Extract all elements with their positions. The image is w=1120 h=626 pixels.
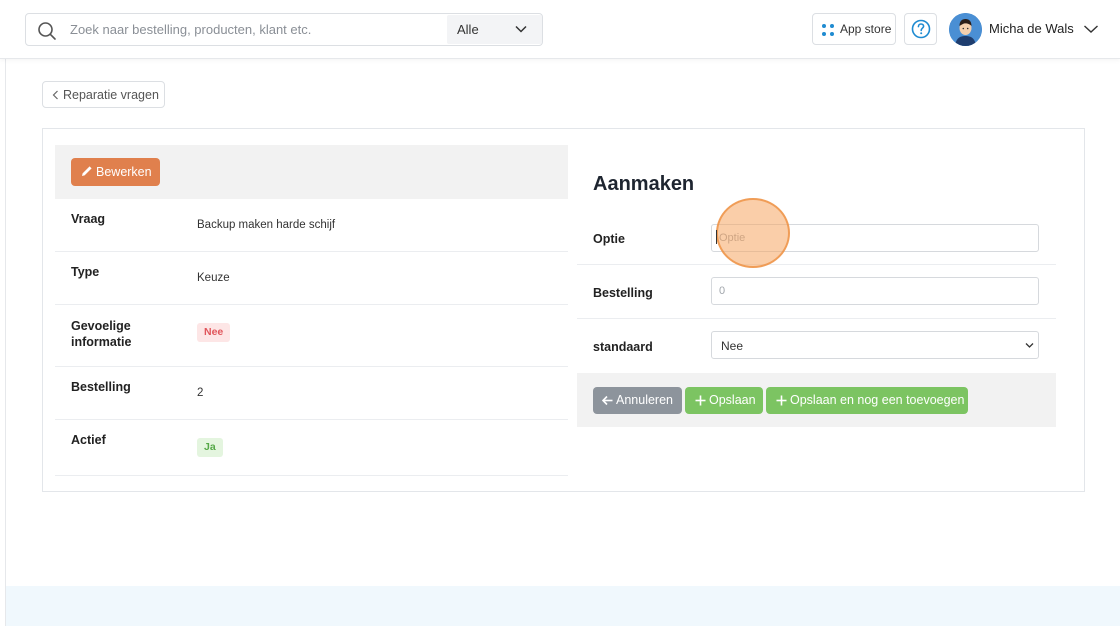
save-button-label: Opslaan: [709, 393, 756, 407]
status-badge: Ja: [197, 438, 223, 457]
standaard-label: standaard: [593, 340, 653, 354]
save-button[interactable]: Opslaan: [685, 387, 763, 414]
create-form: Aanmaken Optie Bestelling standaard Nee: [577, 145, 1056, 445]
text-cursor: [716, 230, 717, 244]
details-panel: Bewerken Vraag Backup maken harde schijf…: [55, 145, 568, 476]
standaard-select-value: Nee: [721, 339, 744, 353]
user-avatar-icon: [949, 13, 982, 46]
detail-row-vraag: Vraag Backup maken harde schijf: [55, 199, 568, 252]
form-row-bestelling: Bestelling: [577, 265, 1056, 319]
form-row-standaard: standaard Nee: [577, 319, 1056, 373]
search-scope-value: Alle: [457, 22, 479, 37]
detail-label: Bestelling: [71, 380, 131, 394]
chevron-left-icon: [52, 90, 58, 100]
plus-icon: [776, 395, 787, 406]
plus-icon: [695, 395, 706, 406]
search-box[interactable]: Alle: [25, 13, 543, 46]
question-circle-icon: [911, 19, 931, 39]
chevron-down-icon[interactable]: [1083, 24, 1099, 34]
top-bar: Alle App store Micha: [0, 0, 1120, 59]
app-store-button[interactable]: App store: [812, 13, 896, 45]
detail-row-gevoelige-informatie: Gevoelige informatie Nee: [55, 305, 568, 367]
back-button-label: Reparatie vragen: [63, 88, 159, 102]
save-and-add-another-label: Opslaan en nog een toevoegen: [790, 393, 965, 407]
detail-row-type: Type Keuze: [55, 252, 568, 305]
save-and-add-another-button[interactable]: Opslaan en nog een toevoegen: [766, 387, 968, 414]
user-name[interactable]: Micha de Wals: [989, 21, 1074, 36]
avatar[interactable]: [949, 13, 982, 46]
status-badge: Nee: [197, 323, 231, 342]
app-store-label: App store: [840, 22, 892, 36]
detail-label: Gevoelige informatie: [71, 319, 132, 349]
detail-value: Backup maken harde schijf: [197, 219, 336, 231]
help-button[interactable]: [904, 13, 937, 45]
click-indicator: [716, 198, 790, 268]
detail-row-actief: Actief Ja: [55, 420, 568, 476]
detail-label: Type: [71, 265, 100, 279]
question-card: Bewerken Vraag Backup maken harde schijf…: [42, 128, 1085, 492]
form-row-optie: Optie: [577, 211, 1056, 265]
arrow-left-icon: [602, 395, 613, 406]
chevron-down-icon: [1025, 343, 1034, 348]
main-content: Reparatie vragen Bewerken Vraag Backup m…: [5, 59, 1120, 626]
chevron-down-icon: [515, 25, 527, 33]
edit-button[interactable]: Bewerken: [71, 158, 160, 186]
standaard-select[interactable]: Nee: [711, 331, 1039, 359]
search-input[interactable]: [70, 14, 446, 45]
search-scope-select[interactable]: Alle: [447, 15, 542, 44]
cancel-button[interactable]: Annuleren: [593, 387, 682, 414]
content-footer-band: [6, 586, 1120, 626]
detail-label: Vraag: [71, 212, 106, 226]
detail-label: Actief: [71, 433, 106, 447]
cancel-button-label: Annuleren: [616, 393, 673, 407]
edit-button-label: Bewerken: [96, 165, 152, 179]
detail-value: 2: [197, 387, 204, 399]
search-icon: [38, 22, 56, 40]
form-actions: Annuleren Opslaan Opslaan en nog een toe…: [577, 373, 1056, 427]
app-grid-icon: [822, 24, 834, 36]
details-header: Bewerken: [55, 145, 568, 199]
pencil-icon: [82, 166, 92, 176]
detail-row-bestelling: Bestelling 2: [55, 367, 568, 420]
back-button[interactable]: Reparatie vragen: [42, 81, 165, 108]
bestelling-input[interactable]: [711, 277, 1039, 305]
bestelling-label: Bestelling: [593, 286, 653, 300]
detail-value: Keuze: [197, 272, 230, 284]
optie-label: Optie: [593, 232, 625, 246]
form-title: Aanmaken: [593, 173, 695, 195]
